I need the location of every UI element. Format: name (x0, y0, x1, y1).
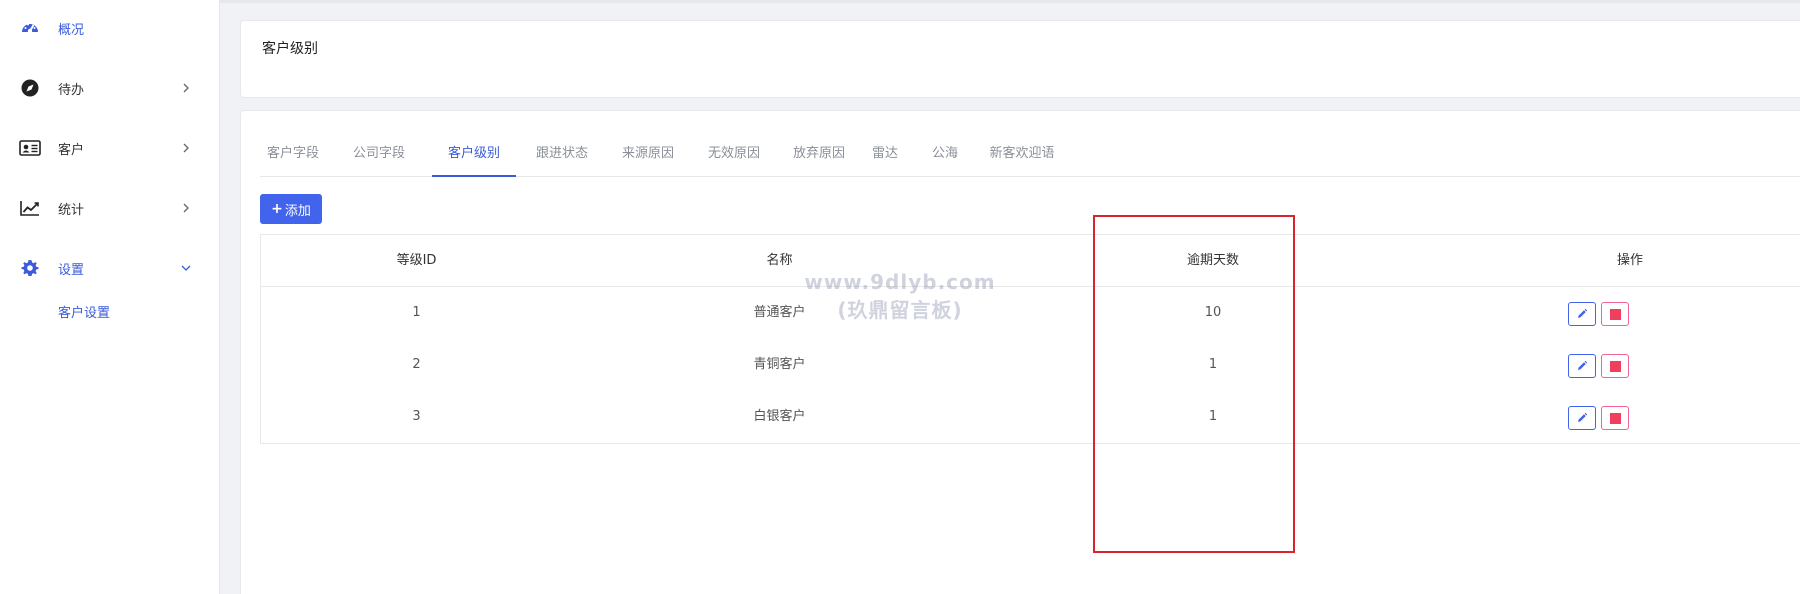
cell-name: 青铜客户 (753, 357, 806, 372)
table-row: 1 普通客户 10 (261, 287, 1800, 339)
tab-invalid-reason[interactable]: 无效原因 (706, 133, 762, 177)
pencil-icon (1578, 360, 1588, 370)
tab-company-fields[interactable]: 公司字段 (346, 133, 412, 177)
plus-icon: + (271, 201, 283, 217)
sidebar-item-label: 概况 (58, 22, 85, 38)
page-title: 客户级别 (262, 41, 318, 57)
edit-button[interactable] (1568, 302, 1596, 326)
delete-button[interactable] (1601, 354, 1629, 378)
chevron-right-icon (180, 202, 192, 214)
chevron-right-icon (180, 142, 192, 154)
stop-icon (1609, 308, 1621, 320)
table-row: 2 青铜客户 1 (261, 339, 1800, 391)
settings-tabs: 客户字段 公司字段 客户级别 跟进状态 来源原因 无效原因 放弃原因 雷达 公海… (260, 133, 1800, 177)
column-header-level-id: 等级ID (396, 253, 437, 268)
column-header-actions: 操作 (1616, 253, 1643, 268)
line-chart-icon (19, 197, 41, 219)
level-table: 等级ID 名称 逾期天数 操作 1 普通客户 10 2 青铜客户 1 3 白银客… (260, 234, 1800, 444)
main-panel: 客户字段 公司字段 客户级别 跟进状态 来源原因 无效原因 放弃原因 雷达 公海… (240, 110, 1800, 594)
tab-customer-fields[interactable]: 客户字段 (260, 133, 326, 177)
highlight-box (1093, 215, 1295, 553)
tab-source-reason[interactable]: 来源原因 (620, 133, 676, 177)
sidebar-item-label: 设置 (58, 262, 85, 278)
id-card-icon (19, 137, 41, 159)
row-actions (1568, 302, 1629, 326)
stop-icon (1609, 360, 1621, 372)
page-header: 客户级别 (240, 20, 1800, 98)
tab-abandon-reason[interactable]: 放弃原因 (791, 133, 847, 177)
sidebar-item-label: 统计 (58, 202, 85, 218)
cell-level-id: 3 (412, 409, 421, 424)
sidebar-item-todo[interactable]: 待办 (0, 68, 220, 108)
sidebar-subitem-customer-settings[interactable]: 客户设置 (58, 302, 110, 321)
topbar-divider (220, 0, 1800, 3)
cell-level-id: 2 (412, 357, 421, 372)
stop-icon (1609, 412, 1621, 424)
table-row: 3 白银客户 1 (261, 391, 1800, 443)
watermark-line-1: www.9dlyb.com (804, 270, 996, 294)
dashboard-icon (19, 17, 41, 39)
sidebar-item-customers[interactable]: 客户 (0, 128, 220, 168)
tab-public-pool[interactable]: 公海 (930, 133, 960, 177)
compass-icon (19, 77, 41, 99)
chevron-right-icon (180, 82, 192, 94)
watermark: www.9dlyb.com (玖鼎留言板) (800, 268, 1000, 324)
tab-customer-level[interactable]: 客户级别 (432, 133, 516, 177)
tab-radar[interactable]: 雷达 (870, 133, 900, 177)
sidebar-item-statistics[interactable]: 统计 (0, 188, 220, 228)
sidebar-item-settings[interactable]: 设置 (0, 248, 220, 288)
edit-button[interactable] (1568, 406, 1596, 430)
row-actions (1568, 354, 1629, 378)
pencil-icon (1578, 308, 1588, 318)
delete-button[interactable] (1601, 406, 1629, 430)
edit-button[interactable] (1568, 354, 1596, 378)
tab-welcome-message[interactable]: 新客欢迎语 (986, 133, 1058, 177)
add-button[interactable]: + 添加 (260, 194, 322, 224)
row-actions (1568, 406, 1629, 430)
gear-icon (19, 257, 41, 279)
cell-name: 白银客户 (753, 409, 806, 424)
sidebar: 概况 待办 客户 统计 设置 客户设置 (0, 0, 220, 594)
sidebar-item-overview[interactable]: 概况 (0, 8, 220, 48)
sidebar-item-label: 待办 (58, 82, 85, 98)
pencil-icon (1578, 412, 1588, 422)
watermark-line-2: (玖鼎留言板) (837, 298, 963, 322)
sidebar-item-label: 客户 (58, 142, 85, 158)
delete-button[interactable] (1601, 302, 1629, 326)
cell-level-id: 1 (412, 305, 421, 320)
tab-follow-status[interactable]: 跟进状态 (534, 133, 590, 177)
add-button-label: 添加 (284, 203, 311, 219)
table-header: 等级ID 名称 逾期天数 操作 (261, 235, 1800, 287)
chevron-down-icon (180, 262, 192, 274)
